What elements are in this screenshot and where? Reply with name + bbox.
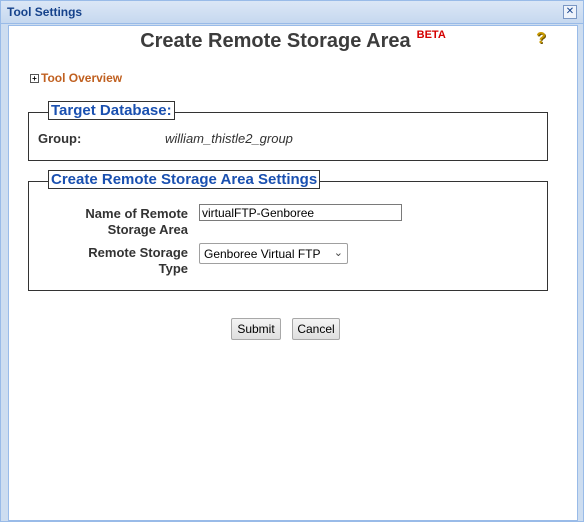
target-database-legend: Target Database: xyxy=(48,101,175,120)
expand-plus-icon[interactable]: + xyxy=(30,74,39,84)
close-icon[interactable]: ✕ xyxy=(563,5,577,19)
group-label: Group: xyxy=(38,131,82,146)
target-database-fieldset: Target Database: Group: william_thistle2… xyxy=(28,101,548,161)
page-title-text: Create Remote Storage Area xyxy=(140,30,411,52)
settings-legend: Create Remote Storage Area Settings xyxy=(48,170,321,189)
tool-overview-toggle[interactable]: + Tool Overview xyxy=(30,71,122,85)
storage-type-select[interactable]: Genboree Virtual FTP ⌄ xyxy=(199,243,348,264)
type-label: Remote Storage Type xyxy=(88,245,188,276)
storage-type-value: Genboree Virtual FTP xyxy=(204,247,321,261)
cancel-button[interactable]: Cancel xyxy=(292,318,340,340)
window-title: Tool Settings xyxy=(7,5,83,19)
chevron-down-icon: ⌄ xyxy=(333,247,343,259)
tool-overview-label[interactable]: Tool Overview xyxy=(41,71,122,85)
tool-settings-window: Tool Settings ✕ Create Remote Storage Ar… xyxy=(0,0,584,522)
storage-name-input[interactable] xyxy=(199,204,402,221)
beta-badge: BETA xyxy=(416,29,446,41)
submit-button[interactable]: Submit xyxy=(231,318,281,340)
page-title: Create Remote Storage Area BETA xyxy=(9,29,577,53)
group-value: william_thistle2_group xyxy=(165,131,293,146)
help-icon[interactable]: ? xyxy=(534,30,548,47)
settings-fieldset: Create Remote Storage Area Settings Name… xyxy=(28,170,548,291)
name-label: Name of Remote Storage Area xyxy=(85,206,188,237)
dialog-content: Create Remote Storage Area BETA ? + Tool O… xyxy=(8,25,578,521)
window-titlebar: Tool Settings ✕ xyxy=(1,1,583,24)
